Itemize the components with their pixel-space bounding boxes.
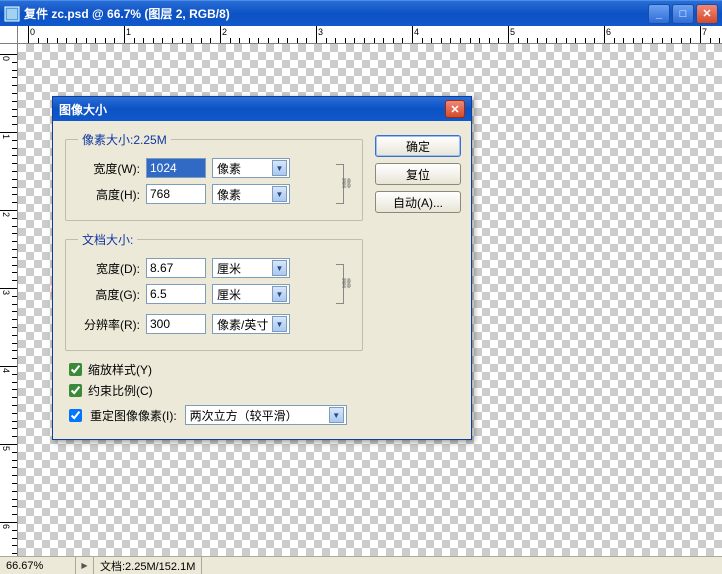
doc-width-unit-value: 厘米 bbox=[217, 260, 241, 277]
doc-height-input[interactable] bbox=[146, 284, 206, 304]
image-size-dialog: 图像大小 ✕ 像素大小:2.25M 宽度(W): 像素 ▼ bbox=[52, 96, 472, 440]
ruler-corner bbox=[0, 26, 18, 44]
chain-icon: ⛓ bbox=[340, 279, 353, 290]
height-g-label: 高度(G): bbox=[78, 286, 140, 303]
resolution-unit-value: 像素/英寸 bbox=[217, 316, 268, 333]
resample-method-combo[interactable]: 两次立方（较平滑） ▼ bbox=[185, 405, 347, 425]
width-w-label: 宽度(W): bbox=[78, 160, 140, 177]
status-menu-arrow[interactable]: ▶ bbox=[76, 557, 94, 574]
pixel-height-unit-combo[interactable]: 像素 ▼ bbox=[212, 184, 290, 204]
pixel-width-unit-value: 像素 bbox=[217, 160, 241, 177]
pixel-height-input[interactable] bbox=[146, 184, 206, 204]
chevron-down-icon: ▼ bbox=[329, 407, 344, 423]
scale-styles-label: 缩放样式(Y) bbox=[88, 361, 152, 378]
chevron-down-icon: ▼ bbox=[272, 316, 287, 332]
window-title: 复件 zc.psd @ 66.7% (图层 2, RGB/8) bbox=[24, 5, 648, 22]
chevron-down-icon: ▼ bbox=[272, 160, 287, 176]
pixel-dimensions-legend: 像素大小:2.25M bbox=[78, 131, 171, 148]
constrain-proportions-checkbox[interactable] bbox=[69, 384, 82, 397]
maximize-button[interactable]: □ bbox=[672, 4, 694, 24]
minimize-button[interactable]: _ bbox=[648, 4, 670, 24]
resolution-input[interactable] bbox=[146, 314, 206, 334]
ok-button[interactable]: 确定 bbox=[375, 135, 461, 157]
zoom-field[interactable]: 66.67% bbox=[0, 557, 76, 574]
close-button[interactable]: ✕ bbox=[696, 4, 718, 24]
reset-button[interactable]: 复位 bbox=[375, 163, 461, 185]
doc-height-unit-value: 厘米 bbox=[217, 286, 241, 303]
resolution-r-label: 分辨率(R): bbox=[78, 316, 140, 333]
doc-width-unit-combo[interactable]: 厘米 ▼ bbox=[212, 258, 290, 278]
chevron-down-icon: ▼ bbox=[272, 286, 287, 302]
main-titlebar: 复件 zc.psd @ 66.7% (图层 2, RGB/8) _ □ ✕ bbox=[0, 0, 722, 26]
ruler-vertical[interactable]: 0123456 bbox=[0, 44, 18, 556]
pixel-dimensions-group: 像素大小:2.25M 宽度(W): 像素 ▼ 高度(H): bbox=[65, 131, 363, 221]
pixel-width-unit-combo[interactable]: 像素 ▼ bbox=[212, 158, 290, 178]
document-size-group: 文档大小: 宽度(D): 厘米 ▼ 高度(G): bbox=[65, 231, 363, 351]
resample-label: 重定图像像素(I): bbox=[90, 407, 177, 424]
width-d-label: 宽度(D): bbox=[78, 260, 140, 277]
dialog-title: 图像大小 bbox=[59, 101, 445, 118]
scale-styles-checkbox[interactable] bbox=[69, 363, 82, 376]
document-size-legend: 文档大小: bbox=[78, 231, 137, 248]
document-size[interactable]: 文档:2.25M/152.1M bbox=[94, 557, 202, 574]
dialog-titlebar[interactable]: 图像大小 ✕ bbox=[53, 97, 471, 121]
chevron-down-icon: ▼ bbox=[272, 186, 287, 202]
window-buttons: _ □ ✕ bbox=[648, 4, 718, 24]
resample-method-value: 两次立方（较平滑） bbox=[190, 407, 298, 424]
statusbar: 66.67% ▶ 文档:2.25M/152.1M bbox=[0, 556, 722, 574]
pixel-height-unit-value: 像素 bbox=[217, 186, 241, 203]
auto-button[interactable]: 自动(A)... bbox=[375, 191, 461, 213]
link-bracket-icon: ⛓ bbox=[336, 264, 344, 304]
resample-checkbox[interactable] bbox=[69, 409, 82, 422]
resolution-unit-combo[interactable]: 像素/英寸 ▼ bbox=[212, 314, 290, 334]
chevron-down-icon: ▼ bbox=[272, 260, 287, 276]
constrain-proportions-label: 约束比例(C) bbox=[88, 382, 153, 399]
ruler-horizontal[interactable]: 01234567 bbox=[18, 26, 722, 44]
doc-height-unit-combo[interactable]: 厘米 ▼ bbox=[212, 284, 290, 304]
doc-width-input[interactable] bbox=[146, 258, 206, 278]
link-bracket-icon: ⛓ bbox=[336, 164, 344, 204]
pixel-width-input[interactable] bbox=[146, 158, 206, 178]
dialog-close-button[interactable]: ✕ bbox=[445, 100, 465, 118]
dialog-body: 像素大小:2.25M 宽度(W): 像素 ▼ 高度(H): bbox=[53, 121, 471, 439]
height-h-label: 高度(H): bbox=[78, 186, 140, 203]
app-icon bbox=[4, 6, 20, 22]
chain-icon: ⛓ bbox=[340, 179, 353, 190]
